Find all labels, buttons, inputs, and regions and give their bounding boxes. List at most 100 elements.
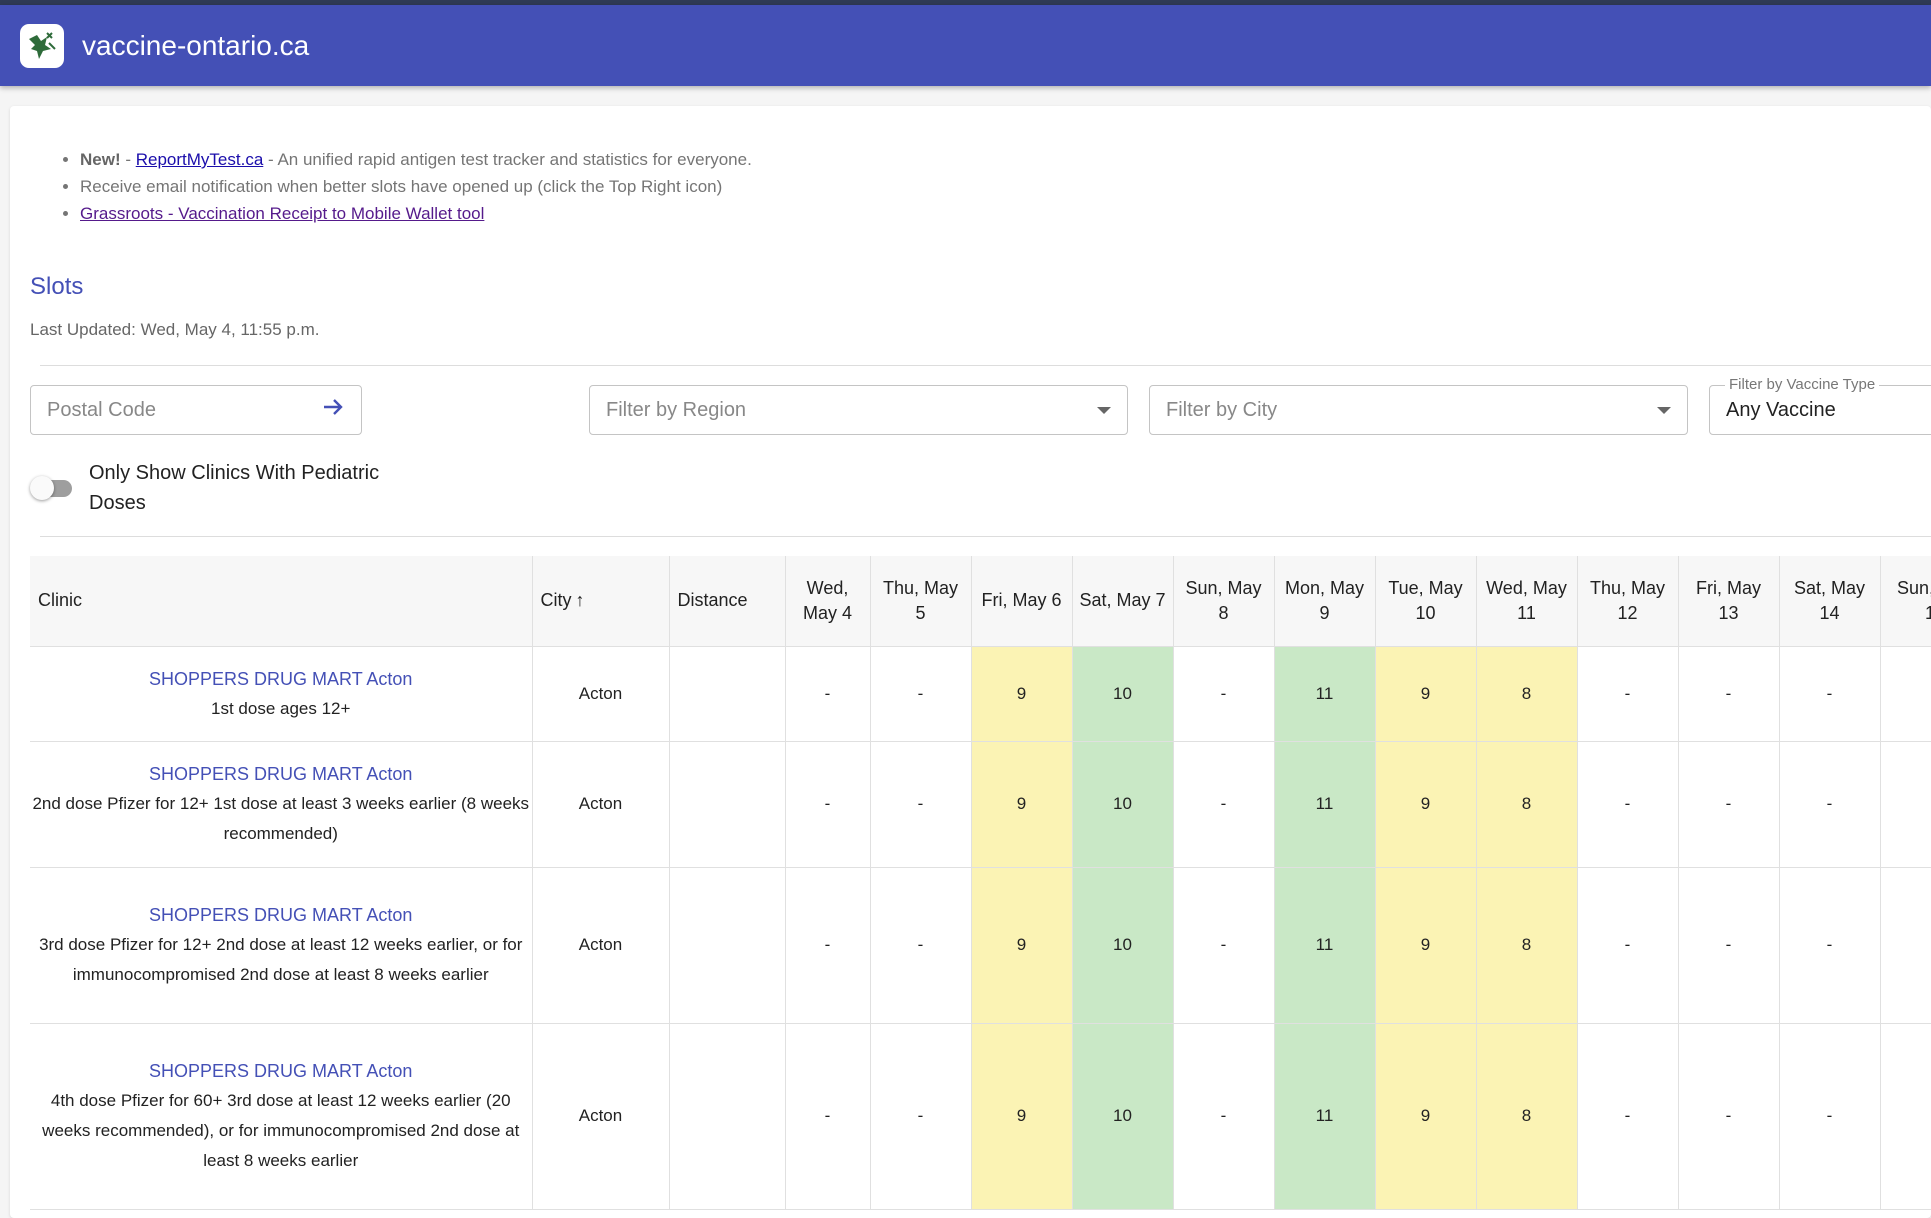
header-city-label: City: [540, 590, 572, 611]
slot-cell: -: [1577, 646, 1679, 742]
table-row: SHOPPERS DRUG MART Acton 2nd dose Pfizer …: [30, 741, 1931, 868]
clinic-name-link[interactable]: SHOPPERS DRUG MART Acton: [30, 900, 532, 930]
slot-cell: -: [1678, 741, 1780, 868]
header-date[interactable]: Sun, May 8: [1173, 556, 1275, 647]
arrow-right-icon[interactable]: [321, 395, 345, 425]
header-clinic[interactable]: Clinic: [30, 556, 533, 647]
arrow-up-icon[interactable]: ↑: [576, 590, 585, 610]
clinic-name-link[interactable]: SHOPPERS DRUG MART Acton: [30, 1056, 532, 1086]
vaccine-type-label: Filter by Vaccine Type: [1725, 376, 1880, 393]
news-item: New! - ReportMyTest.ca - An unified rapi…: [80, 146, 1931, 173]
app-title[interactable]: vaccine-ontario.ca: [82, 30, 309, 62]
news-text: - An unified rapid antigen test tracker …: [263, 150, 752, 169]
header-distance[interactable]: Distance: [669, 556, 786, 647]
slot-cell: -: [1577, 741, 1679, 868]
distance-cell: [669, 1023, 786, 1210]
slot-cell[interactable]: 10: [1072, 741, 1174, 868]
slot-cell: -: [1173, 1023, 1275, 1210]
clinic-name-link[interactable]: SHOPPERS DRUG MART Acton: [30, 759, 532, 789]
slot-cell[interactable]: 9: [971, 867, 1073, 1024]
pediatric-toggle[interactable]: [30, 473, 74, 503]
reportmytest-link[interactable]: ReportMyTest.ca: [136, 150, 264, 169]
news-item: Receive email notification when better s…: [80, 173, 1931, 200]
slot-cell[interactable]: 8: [1476, 646, 1578, 742]
slot-cell: -: [870, 741, 972, 868]
postal-code-placeholder: Postal Code: [47, 398, 156, 421]
slot-cell[interactable]: 8: [1476, 1023, 1578, 1210]
header-date[interactable]: Wed, May 11: [1476, 556, 1578, 647]
slot-cell[interactable]: 9: [1375, 1023, 1477, 1210]
slot-cell: -: [785, 1023, 871, 1210]
header-date[interactable]: Wed, May 4: [785, 556, 871, 647]
news-new-label: New!: [80, 150, 121, 169]
table-row: SHOPPERS DRUG MART Acton 3rd dose Pfizer …: [30, 867, 1931, 1024]
slot-cell[interactable]: 9: [1375, 867, 1477, 1024]
header-date[interactable]: Fri, May 6: [971, 556, 1073, 647]
header-date[interactable]: Thu, May 5: [870, 556, 972, 647]
header-date[interactable]: Sat, May 7: [1072, 556, 1174, 647]
slot-cell[interactable]: 10: [1072, 867, 1174, 1024]
clinic-cell: SHOPPERS DRUG MART Acton 2nd dose Pfizer …: [30, 741, 533, 868]
region-placeholder: Filter by Region: [606, 398, 747, 421]
toggle-knob: [30, 476, 54, 500]
header-date[interactable]: Mon, May 9: [1274, 556, 1376, 647]
clinic-description: 2nd dose Pfizer for 12+ 1st dose at leas…: [32, 794, 530, 843]
slot-cell[interactable]: 11: [1274, 741, 1376, 868]
distance-cell: [669, 646, 786, 742]
slot-cell: -: [1880, 867, 1931, 1024]
slot-cell[interactable]: 11: [1274, 867, 1376, 1024]
news-separator: -: [120, 150, 136, 169]
header-date[interactable]: Sat, May 14: [1779, 556, 1881, 647]
slot-cell: -: [1779, 741, 1881, 868]
table-row: SHOPPERS DRUG MART Acton 1st dose ages 12…: [30, 646, 1931, 742]
slot-cell[interactable]: 10: [1072, 646, 1174, 742]
header-date[interactable]: Sun, May 15: [1880, 556, 1931, 647]
slot-cell[interactable]: 9: [971, 741, 1073, 868]
clinic-name-link[interactable]: SHOPPERS DRUG MART Acton: [30, 664, 532, 694]
chevron-down-icon: [1097, 406, 1111, 414]
slot-cell: -: [1880, 646, 1931, 742]
postal-code-input[interactable]: Postal Code: [30, 385, 362, 435]
slot-cell: -: [1779, 1023, 1881, 1210]
slot-cell[interactable]: 9: [1375, 646, 1477, 742]
table-header-row: Clinic City ↑ Distance Wed, May 4 Thu, Ma…: [30, 556, 1931, 647]
slot-cell[interactable]: 8: [1476, 867, 1578, 1024]
slot-cell: -: [1678, 1023, 1780, 1210]
slot-cell[interactable]: 8: [1476, 741, 1578, 868]
header-date[interactable]: Tue, May 10: [1375, 556, 1477, 647]
slot-cell: -: [1678, 867, 1780, 1024]
slot-cell: -: [870, 1023, 972, 1210]
slot-cell[interactable]: 10: [1072, 1023, 1174, 1210]
slot-cell[interactable]: 9: [971, 646, 1073, 742]
news-list: New! - ReportMyTest.ca - An unified rapi…: [10, 146, 1931, 227]
logo[interactable]: [20, 23, 64, 68]
divider: [40, 365, 1931, 366]
clinic-description: 1st dose ages 12+: [211, 698, 351, 718]
slot-cell: -: [1173, 646, 1275, 742]
slot-cell: -: [1173, 741, 1275, 868]
slot-cell: -: [1577, 867, 1679, 1024]
slot-cell: -: [1577, 1023, 1679, 1210]
slot-cell: -: [785, 741, 871, 868]
chevron-down-icon: [1657, 406, 1671, 414]
slot-cell: -: [785, 867, 871, 1024]
last-updated: Last Updated: Wed, May 4, 11:55 p.m.: [30, 320, 320, 339]
header-date[interactable]: Thu, May 12: [1577, 556, 1679, 647]
slot-cell: -: [870, 867, 972, 1024]
slot-cell[interactable]: 9: [1375, 741, 1477, 868]
header-date[interactable]: Fri, May 13: [1678, 556, 1780, 647]
city-select[interactable]: Filter by City: [1149, 385, 1688, 435]
slot-cell[interactable]: 9: [971, 1023, 1073, 1210]
region-select[interactable]: Filter by Region: [589, 385, 1128, 435]
header-city[interactable]: City ↑: [532, 556, 670, 647]
slot-cell: -: [1880, 1023, 1931, 1210]
clinic-description: 4th dose Pfizer for 60+ 3rd dose at leas…: [42, 1091, 520, 1170]
slots-title: Slots: [30, 273, 84, 300]
slot-cell[interactable]: 11: [1274, 646, 1376, 742]
clinic-cell: SHOPPERS DRUG MART Acton 3rd dose Pfizer …: [30, 867, 533, 1024]
grassroots-link[interactable]: Grassroots - Vaccination Receipt to Mobi…: [80, 204, 484, 223]
news-item: Grassroots - Vaccination Receipt to Mobi…: [80, 200, 1931, 227]
slot-cell[interactable]: 11: [1274, 1023, 1376, 1210]
slot-cell: -: [1779, 867, 1881, 1024]
clinic-cell: SHOPPERS DRUG MART Acton 1st dose ages 12…: [30, 646, 533, 742]
